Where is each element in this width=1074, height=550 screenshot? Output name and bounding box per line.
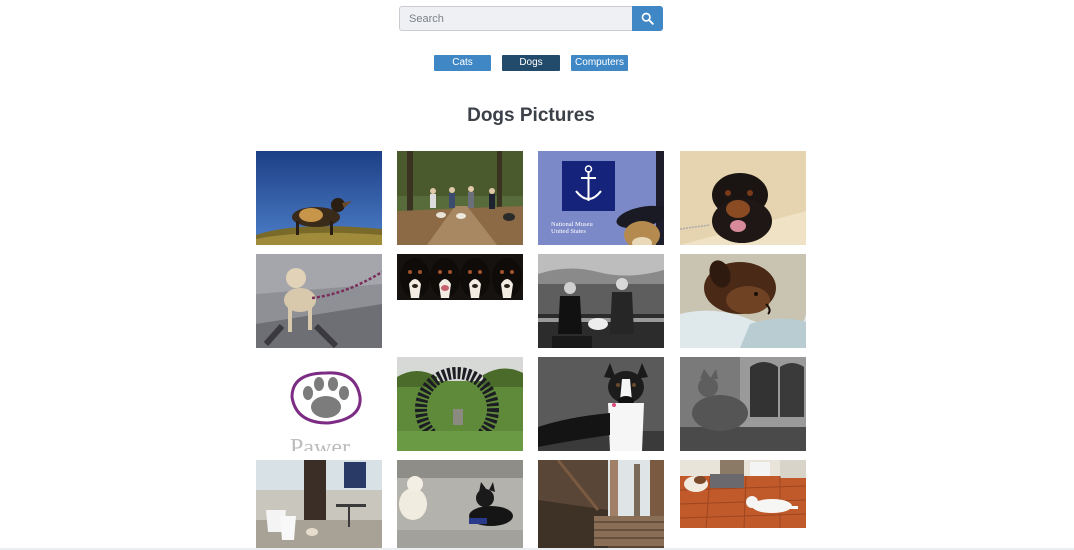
gallery-image-navy-museum-dog[interactable]: National Museu United States bbox=[538, 151, 664, 245]
gallery-image-cafe-dog[interactable] bbox=[256, 460, 382, 550]
search-button[interactable] bbox=[632, 6, 663, 31]
category-cats-button[interactable]: Cats bbox=[434, 55, 491, 71]
page: Cats Dogs Computers Dogs Pictures bbox=[0, 0, 1074, 550]
search-input[interactable] bbox=[399, 6, 632, 31]
search-bar bbox=[399, 6, 663, 31]
gallery-image-bw-people-with-dog[interactable] bbox=[538, 254, 664, 348]
gallery-image-dog-by-fence[interactable] bbox=[538, 460, 664, 550]
gallery-image-bernese-puppies[interactable] bbox=[397, 254, 523, 300]
gallery-image-dog-on-hill[interactable] bbox=[256, 151, 382, 245]
gallery-image-bw-dog-ruins[interactable] bbox=[680, 357, 806, 451]
gallery-image-rottweiler[interactable] bbox=[680, 151, 806, 245]
gallery-image-agility-tire[interactable] bbox=[397, 357, 523, 451]
gallery-image-boston-terrier[interactable] bbox=[538, 357, 664, 451]
page-title: Dogs Pictures bbox=[467, 105, 595, 126]
category-dogs-button[interactable]: Dogs bbox=[502, 55, 560, 71]
museum-text-line2: United States bbox=[551, 228, 586, 235]
museum-text-line1: National Museu bbox=[551, 221, 593, 228]
category-computers-button[interactable]: Computers bbox=[571, 55, 628, 71]
gallery-image-small-dog-leash[interactable] bbox=[256, 254, 382, 348]
pawer-logo-text: Pawer bbox=[290, 435, 350, 451]
gallery-image-dogs-on-floor[interactable] bbox=[680, 460, 806, 528]
gallery-image-pawer-logo[interactable]: Pawer bbox=[256, 357, 382, 451]
gallery-image-white-and-black-dogs[interactable] bbox=[397, 460, 523, 550]
search-icon bbox=[641, 12, 654, 25]
gallery-image-puppy-on-blanket[interactable] bbox=[680, 254, 806, 348]
gallery-image-people-walking-dogs[interactable] bbox=[397, 151, 523, 245]
